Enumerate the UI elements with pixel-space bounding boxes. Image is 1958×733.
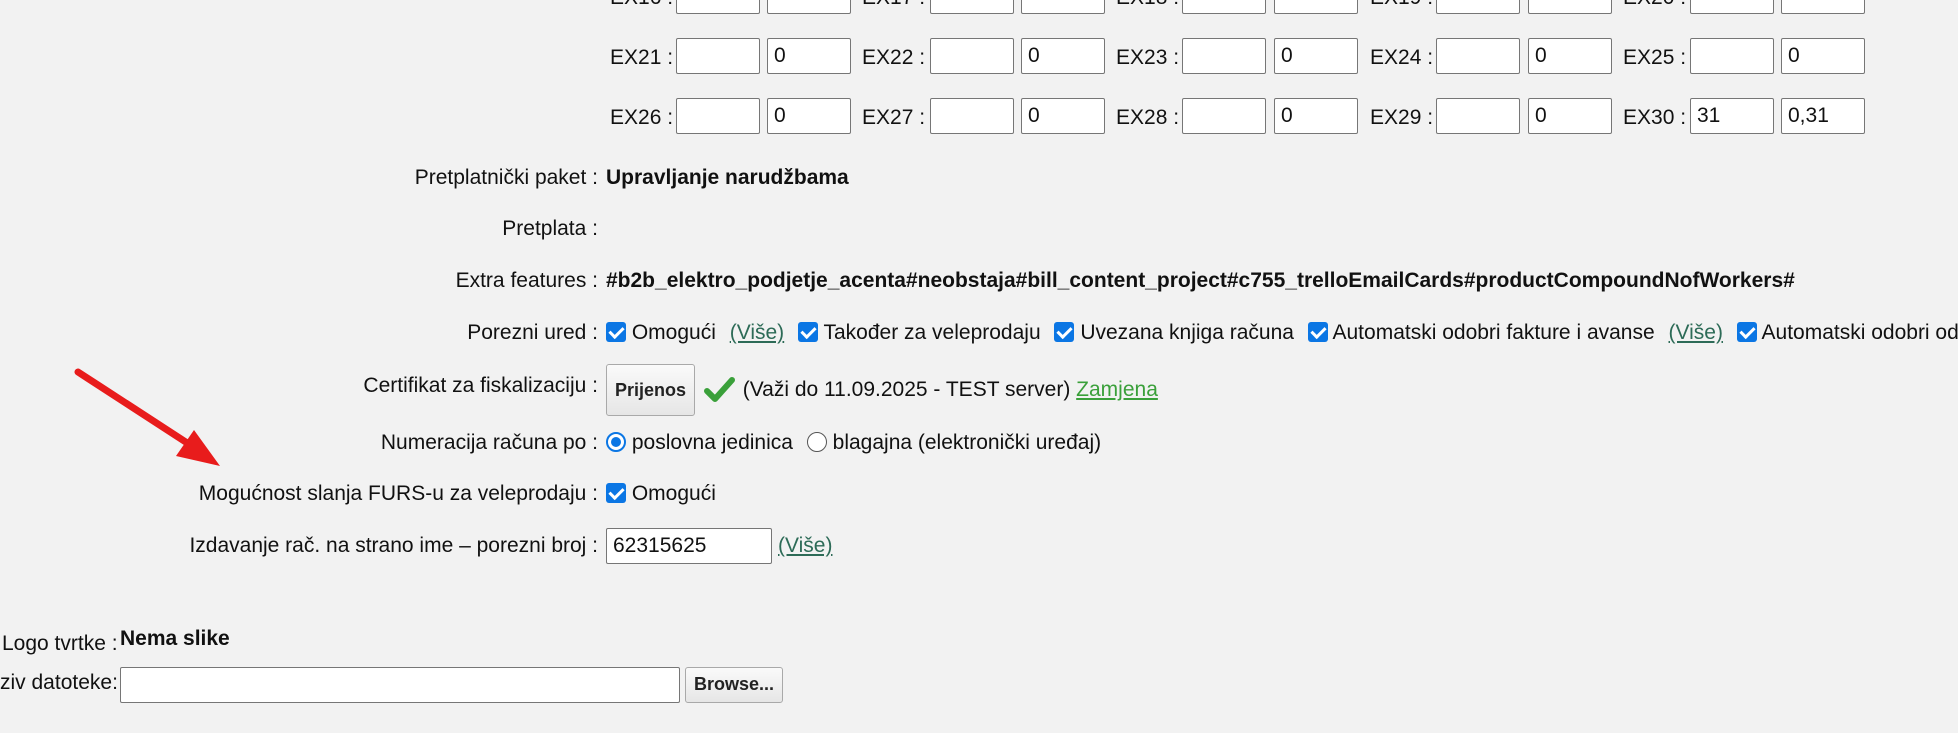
check-icon bbox=[701, 372, 737, 408]
foreign-tax-number-input[interactable] bbox=[606, 528, 772, 564]
ex21-label: EX21 : bbox=[610, 46, 674, 69]
extra-features-value: #b2b_elektro_podjetje_acenta#neobstaja#b… bbox=[606, 269, 1795, 292]
ex29-code-input[interactable] bbox=[1436, 98, 1520, 134]
ex23-label: EX23 : bbox=[1116, 46, 1180, 69]
furs-label: Mogućnost slanja FURS-u za veleprodaju : bbox=[198, 482, 598, 505]
ex22-value-input[interactable] bbox=[1021, 38, 1105, 74]
ex27-value-input[interactable] bbox=[1021, 98, 1105, 134]
numbering-business-unit-radio[interactable] bbox=[606, 432, 626, 452]
ex26-value-input[interactable] bbox=[767, 98, 851, 134]
ex16-code-input[interactable] bbox=[676, 0, 760, 14]
furs-enable-checkbox[interactable] bbox=[606, 483, 626, 503]
certificate-replace-link[interactable]: Zamjena bbox=[1076, 378, 1158, 401]
ex19-code-input[interactable] bbox=[1436, 0, 1520, 14]
ex20-label: EX20 : bbox=[1623, 0, 1686, 10]
ex28-code-input[interactable] bbox=[1182, 98, 1266, 134]
ex19-value-input[interactable] bbox=[1528, 0, 1612, 14]
ex23-value-input[interactable] bbox=[1274, 38, 1358, 74]
logo-value: Nema slike bbox=[120, 627, 230, 650]
ex27-label: EX27 : bbox=[862, 106, 926, 129]
ex28-value-input[interactable] bbox=[1274, 98, 1358, 134]
numbering-business-unit-label: poslovna jedinica bbox=[631, 431, 793, 454]
ex18-value-input[interactable] bbox=[1274, 0, 1358, 14]
ex22-code-input[interactable] bbox=[930, 38, 1014, 74]
ex16-value-input[interactable] bbox=[767, 0, 851, 14]
ex25-code-input[interactable] bbox=[1690, 38, 1774, 74]
subscription-package-value: Upravljanje narudžbama bbox=[606, 166, 849, 189]
subscription-label: Pretplata : bbox=[502, 217, 598, 240]
ex25-value-input[interactable] bbox=[1781, 38, 1865, 74]
ex17-code-input[interactable] bbox=[930, 0, 1014, 14]
furs-option: Omogući bbox=[606, 481, 716, 507]
foreign-tax-number-more-link[interactable]: (Više) bbox=[778, 533, 832, 559]
bound-book-label: Uvezana knjiga računa bbox=[1080, 321, 1294, 344]
ex21-value-input[interactable] bbox=[767, 38, 851, 74]
ex26-code-input[interactable] bbox=[676, 98, 760, 134]
wholesale-checkbox[interactable] bbox=[798, 322, 819, 342]
auto-approve-checkbox[interactable] bbox=[1307, 322, 1328, 342]
auto-approve-credits-label: Automatski odobri odobrenja bbox=[1761, 321, 1958, 344]
ex20-value-input[interactable] bbox=[1781, 0, 1865, 14]
ex30-code-input[interactable] bbox=[1690, 98, 1774, 134]
settings-page: EX16 : EX17 : EX18 : EX19 : EX20 : EX21 … bbox=[0, 0, 1958, 733]
ex17-label: EX17 : bbox=[862, 0, 925, 10]
upload-certificate-button[interactable]: Prijenos bbox=[606, 364, 696, 416]
tax-office-enable-label: Omogući bbox=[631, 321, 716, 344]
auto-approve-label: Automatski odobri fakture i avanse bbox=[1332, 321, 1655, 344]
ex24-label: EX24 : bbox=[1370, 46, 1434, 69]
ex30-value-input[interactable] bbox=[1781, 98, 1865, 134]
furs-enable-label: Omogući bbox=[631, 482, 716, 505]
ex18-code-input[interactable] bbox=[1182, 0, 1266, 14]
ex27-code-input[interactable] bbox=[930, 98, 1014, 134]
annotation-arrow-icon bbox=[74, 368, 220, 466]
ex18-label: EX18 : bbox=[1116, 0, 1179, 10]
foreign-tax-number-label: Izdavanje rač. na strano ime – porezni b… bbox=[189, 534, 598, 557]
numbering-label: Numeracija računa po : bbox=[380, 431, 598, 454]
ex16-label: EX16 : bbox=[610, 0, 673, 10]
ex24-code-input[interactable] bbox=[1436, 38, 1520, 74]
tax-office-more-link[interactable]: (Više) bbox=[730, 321, 784, 344]
auto-approve-more-link[interactable]: (Više) bbox=[1669, 321, 1723, 344]
ex20-code-input[interactable] bbox=[1690, 0, 1774, 14]
ex21-code-input[interactable] bbox=[676, 38, 760, 74]
tax-office-options: Omogući (Više) Također za veleprodaju Uv… bbox=[606, 320, 1958, 346]
file-path-input[interactable] bbox=[120, 667, 680, 703]
ex28-label: EX28 : bbox=[1116, 106, 1180, 129]
ex30-label: EX30 : bbox=[1623, 106, 1687, 129]
ex22-label: EX22 : bbox=[862, 46, 926, 69]
subscription-package-label: Pretplatnički paket : bbox=[414, 166, 598, 189]
tax-office-label: Porezni ured : bbox=[467, 321, 598, 344]
certificate-row: Prijenos (Važi do 11.09.2025 - TEST serv… bbox=[606, 364, 1158, 416]
extra-features-label: Extra features : bbox=[455, 269, 598, 292]
ex29-label: EX29 : bbox=[1370, 106, 1434, 129]
numbering-register-label: blagajna (elektronički uređaj) bbox=[832, 431, 1102, 454]
ex24-value-input[interactable] bbox=[1528, 38, 1612, 74]
ex17-value-input[interactable] bbox=[1021, 0, 1105, 14]
file-name-label: ziv datoteke: bbox=[0, 671, 118, 694]
ex19-label: EX19 : bbox=[1370, 0, 1433, 10]
bound-book-checkbox[interactable] bbox=[1054, 322, 1075, 342]
tax-office-enable-checkbox[interactable] bbox=[606, 322, 626, 342]
wholesale-label: Također za veleprodaju bbox=[823, 321, 1041, 344]
browse-button[interactable]: Browse... bbox=[685, 667, 784, 703]
certificate-label: Certifikat za fiskalizaciju : bbox=[363, 374, 598, 397]
ex23-code-input[interactable] bbox=[1182, 38, 1266, 74]
auto-approve-credits-checkbox[interactable] bbox=[1736, 322, 1757, 342]
ex25-label: EX25 : bbox=[1623, 46, 1687, 69]
numbering-options: poslovna jedinica blagajna (elektronički… bbox=[606, 430, 1101, 456]
numbering-register-radio[interactable] bbox=[806, 432, 827, 452]
logo-label: Logo tvrtke : bbox=[2, 632, 118, 655]
ex26-label: EX26 : bbox=[610, 106, 674, 129]
certificate-valid-text: (Važi do 11.09.2025 - TEST server) bbox=[742, 378, 1071, 401]
ex29-value-input[interactable] bbox=[1528, 98, 1612, 134]
